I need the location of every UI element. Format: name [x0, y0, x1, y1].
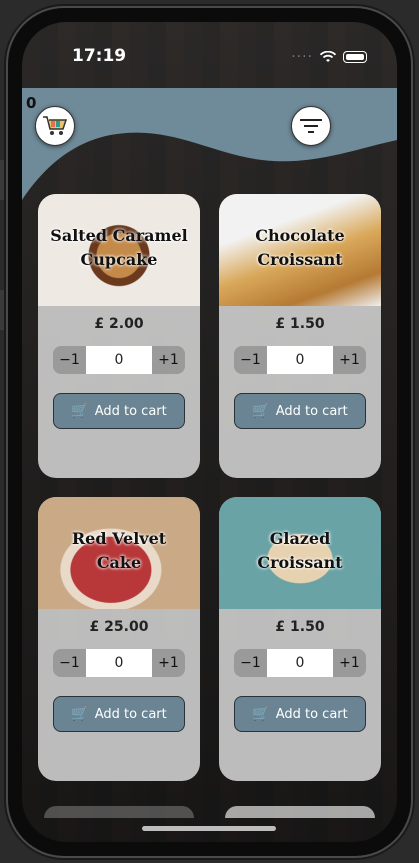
- next-card-peek: [225, 806, 375, 818]
- add-to-cart-button[interactable]: 🛒 Add to cart: [234, 696, 366, 732]
- cart-icon: 🛒: [71, 706, 89, 722]
- product-card: Chocolate Croissant £ 1.50 −1 0 +1 🛒 Add…: [219, 194, 381, 478]
- quantity-field[interactable]: 0: [267, 346, 333, 374]
- product-price: £ 25.00: [89, 619, 149, 635]
- increment-button[interactable]: +1: [333, 649, 366, 677]
- increment-button[interactable]: +1: [333, 346, 366, 374]
- product-card: Glazed Croissant £ 1.50 −1 0 +1 🛒 Add to…: [219, 497, 381, 781]
- status-time: 17:19: [72, 46, 127, 66]
- decrement-button[interactable]: −1: [53, 649, 86, 677]
- cart-count-badge: 0: [26, 94, 37, 112]
- quantity-stepper: −1 0 +1: [234, 649, 366, 677]
- quantity-stepper: −1 0 +1: [53, 649, 185, 677]
- cart-icon: 🛒: [71, 403, 89, 419]
- filter-button[interactable]: [291, 106, 331, 146]
- product-price: £ 1.50: [275, 316, 325, 332]
- decrement-button[interactable]: −1: [234, 346, 267, 374]
- cart-icon: 🛒: [252, 403, 270, 419]
- quantity-stepper: −1 0 +1: [53, 346, 185, 374]
- increment-button[interactable]: +1: [152, 649, 185, 677]
- phone-frame: 17:19 ···· 0 Salted Caramel Cupcake £ 2.…: [8, 8, 411, 856]
- product-title: Red Velvet Cake: [71, 529, 167, 572]
- product-card: Salted Caramel Cupcake £ 2.00 −1 0 +1 🛒 …: [38, 194, 200, 478]
- cart-button[interactable]: [35, 106, 75, 146]
- decrement-button[interactable]: −1: [53, 346, 86, 374]
- add-to-cart-button[interactable]: 🛒 Add to cart: [234, 393, 366, 429]
- increment-button[interactable]: +1: [152, 346, 185, 374]
- filter-icon: [300, 119, 322, 133]
- status-bar: 17:19 ····: [22, 22, 397, 82]
- wifi-icon: [319, 51, 337, 62]
- quantity-field[interactable]: 0: [267, 649, 333, 677]
- quantity-field[interactable]: 0: [86, 649, 152, 677]
- product-title: Chocolate Croissant: [255, 226, 345, 269]
- battery-icon: [343, 51, 367, 63]
- shopping-cart-icon: [43, 116, 68, 135]
- product-title: Glazed Croissant: [257, 529, 343, 572]
- app-screen: 17:19 ···· 0 Salted Caramel Cupcake £ 2.…: [22, 22, 397, 842]
- home-indicator[interactable]: [142, 826, 276, 831]
- quantity-stepper: −1 0 +1: [234, 346, 366, 374]
- product-title: Salted Caramel Cupcake: [50, 226, 188, 269]
- product-price: £ 2.00: [94, 316, 144, 332]
- header-wave: [22, 88, 397, 200]
- signal-dots-icon: ····: [291, 49, 313, 65]
- add-to-cart-button[interactable]: 🛒 Add to cart: [53, 696, 185, 732]
- product-price: £ 1.50: [275, 619, 325, 635]
- quantity-field[interactable]: 0: [86, 346, 152, 374]
- cart-icon: 🛒: [252, 706, 270, 722]
- add-to-cart-button[interactable]: 🛒 Add to cart: [53, 393, 185, 429]
- decrement-button[interactable]: −1: [234, 649, 267, 677]
- next-card-peek: [44, 806, 194, 818]
- product-card: Red Velvet Cake £ 25.00 −1 0 +1 🛒 Add to…: [38, 497, 200, 781]
